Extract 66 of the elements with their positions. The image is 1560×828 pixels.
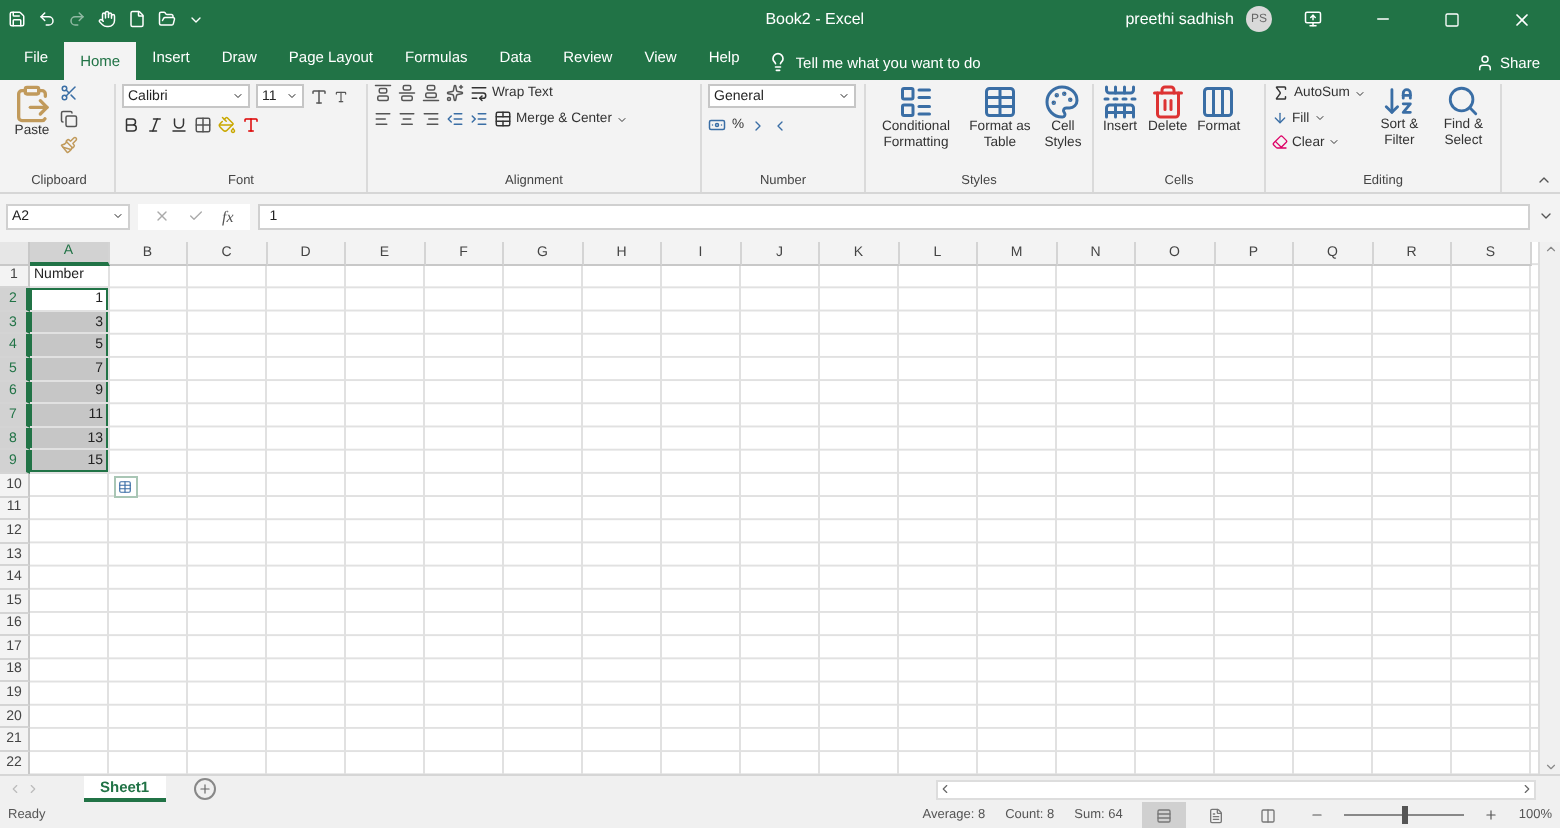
clipboard-icon — [12, 84, 52, 124]
align-center-icon[interactable] — [398, 110, 416, 128]
close-button[interactable] — [1512, 9, 1532, 29]
align-left-icon[interactable] — [374, 110, 392, 128]
trash-icon — [1149, 84, 1186, 120]
sigma-icon — [1272, 84, 1290, 102]
table-icon — [981, 84, 1018, 120]
lightbulb-icon — [767, 52, 788, 72]
zoom-in-icon[interactable] — [1484, 808, 1499, 822]
caret-icon — [615, 113, 628, 125]
plus-icon — [197, 782, 212, 796]
save-icon[interactable] — [8, 10, 26, 28]
caret-icon — [286, 90, 298, 102]
fill-color-icon[interactable] — [218, 116, 236, 134]
scroll-left-icon — [938, 782, 952, 796]
expand-formula-icon[interactable] — [1538, 208, 1554, 224]
quick-analysis-button[interactable] — [113, 475, 137, 498]
list-icon — [898, 84, 934, 120]
arrow-down-icon — [1272, 110, 1288, 126]
person-icon — [1475, 54, 1494, 72]
add-sheet-button[interactable] — [193, 778, 216, 800]
eraser-icon — [1272, 134, 1288, 150]
caret-icon — [112, 210, 124, 222]
redo-icon[interactable] — [68, 10, 86, 28]
view-icon — [1260, 807, 1277, 823]
columns-icon — [1200, 84, 1237, 120]
view-icon — [1208, 807, 1225, 823]
touch-mode-icon[interactable] — [98, 10, 116, 28]
caret-icon — [232, 90, 244, 102]
caret-icon — [838, 90, 850, 102]
new-file-icon[interactable] — [128, 10, 146, 28]
underline-icon[interactable] — [170, 116, 188, 134]
scroll-down-icon — [1543, 760, 1557, 774]
copy-icon[interactable] — [60, 110, 78, 128]
italic-icon[interactable] — [146, 116, 164, 134]
cut-icon[interactable] — [60, 84, 78, 102]
decrease-indent-icon[interactable] — [446, 110, 464, 128]
increase-indent-icon[interactable] — [470, 110, 488, 128]
wrap-text-icon — [470, 84, 488, 102]
align-bottom-icon[interactable] — [422, 84, 440, 102]
align-top-icon[interactable] — [374, 84, 392, 102]
currency-icon[interactable] — [708, 116, 726, 134]
sort-icon — [1382, 84, 1417, 118]
window-title: Book2 - Excel — [763, 10, 867, 28]
caret-icon — [1353, 87, 1366, 99]
palette-icon — [1044, 84, 1081, 120]
collapse-ribbon-icon[interactable] — [1536, 172, 1552, 188]
restore-button[interactable] — [1444, 11, 1460, 27]
open-folder-icon[interactable] — [158, 10, 176, 28]
align-middle-icon[interactable] — [398, 84, 416, 102]
search-icon — [1446, 84, 1481, 118]
undo-icon[interactable] — [38, 10, 56, 28]
user-name: preethi sadhish — [1125, 10, 1234, 28]
scroll-up-icon — [1543, 242, 1557, 256]
font-color-icon[interactable] — [242, 116, 260, 134]
scroll-right-icon — [1520, 782, 1534, 796]
insert-function-button[interactable]: fx — [222, 207, 234, 225]
table-icon — [118, 479, 132, 494]
ribbon-display-button[interactable] — [1304, 10, 1322, 28]
align-right-icon[interactable] — [422, 110, 440, 128]
merge-cells-icon — [494, 110, 512, 128]
view-icon — [1156, 807, 1173, 823]
view-button[interactable] — [1142, 802, 1187, 828]
bold-icon[interactable] — [122, 116, 140, 134]
borders-icon[interactable] — [194, 116, 212, 134]
insert-rows-icon — [1102, 84, 1138, 120]
